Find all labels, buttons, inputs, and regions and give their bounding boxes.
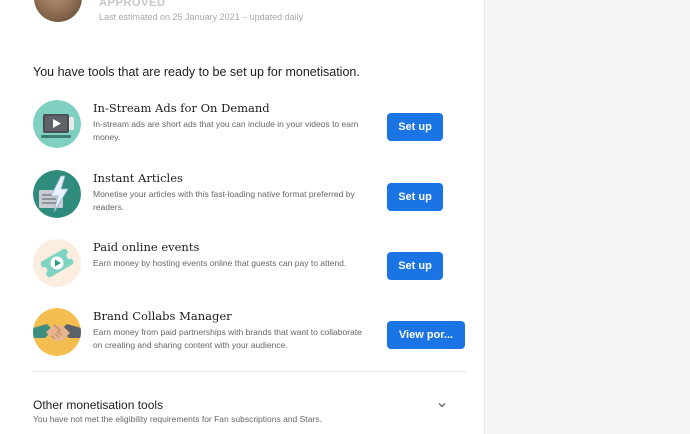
set-up-button[interactable]: Set up (387, 183, 443, 211)
tool-description: Earn money from paid partnerships with b… (93, 327, 362, 350)
tool-title: In-Stream Ads for On Demand (93, 101, 270, 115)
tool-title: Paid online events (93, 240, 200, 254)
section-heading: You have tools that are ready to be set … (33, 65, 360, 79)
view-portfolio-button[interactable]: View por... (387, 321, 465, 349)
status-badge: APPROVED (99, 0, 166, 9)
tool-row-brand-collabs: Brand Collabs Manager Earn money from pa… (33, 308, 466, 360)
monetisation-panel: APPROVED Last estimated on 25 January 20… (0, 0, 485, 434)
set-up-button[interactable]: Set up (387, 252, 443, 280)
avatar (34, 0, 82, 22)
status-subtitle: Last estimated on 25 January 2021 – upda… (99, 12, 304, 22)
other-monetisation-tools-toggle[interactable]: Other monetisation tools You have not me… (33, 395, 466, 429)
tool-title: Brand Collabs Manager (93, 309, 232, 323)
set-up-button[interactable]: Set up (387, 113, 443, 141)
chevron-down-icon[interactable] (437, 400, 447, 410)
tool-description: In-stream ads are short ads that you can… (93, 119, 359, 142)
tool-row-instant-articles: Instant Articles Monetise your articles … (33, 170, 466, 222)
divider (33, 371, 466, 372)
tool-description: Monetise your articles with this fast-lo… (93, 189, 355, 212)
tool-title: Instant Articles (93, 171, 183, 185)
tool-row-paid-online-events: Paid online events Earn money by hosting… (33, 239, 466, 291)
ticket-play-icon (33, 239, 81, 287)
video-play-icon (33, 100, 81, 148)
tool-description: Earn money by hosting events online that… (93, 258, 347, 268)
tool-row-in-stream-ads: In-Stream Ads for On Demand In-stream ad… (33, 100, 466, 152)
handshake-icon (33, 308, 81, 356)
lightning-article-icon (33, 170, 81, 218)
other-tools-title: Other monetisation tools (33, 398, 164, 412)
other-tools-subtitle: You have not met the eligibility require… (33, 414, 322, 424)
